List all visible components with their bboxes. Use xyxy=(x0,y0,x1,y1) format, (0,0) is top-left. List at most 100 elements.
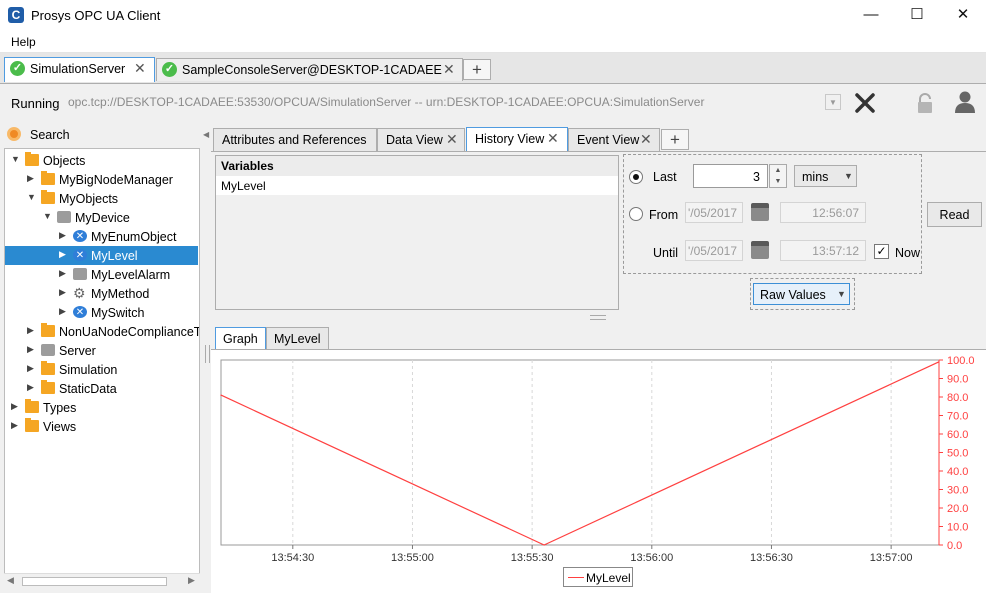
expanded-arrow-icon[interactable]: ▼ xyxy=(43,211,52,221)
tree-node[interactable]: ▶ StaticData xyxy=(5,379,199,398)
collapsed-arrow-icon[interactable]: ▶ xyxy=(11,420,18,431)
chevron-down-icon[interactable]: ▼ xyxy=(770,176,786,187)
tab-event-view[interactable]: Event View ✕ xyxy=(568,128,660,151)
tree-node[interactable]: ▼ Objects xyxy=(5,151,199,170)
read-button[interactable]: Read xyxy=(927,202,982,227)
menu-bar: Help xyxy=(0,32,986,53)
collapsed-arrow-icon[interactable]: ▶ xyxy=(11,401,18,412)
tab-simulation-server[interactable]: ✓ SimulationServer ✕ xyxy=(4,57,155,82)
until-time-field[interactable]: 13:57:12 xyxy=(780,240,866,261)
tree-node[interactable]: ▼ MyObjects xyxy=(5,189,199,208)
close-tab-icon[interactable]: ✕ xyxy=(446,131,458,148)
y-tick-label: 20.0 xyxy=(947,503,968,515)
folder-icon xyxy=(41,361,55,375)
scroll-right-icon[interactable]: ▶ xyxy=(188,575,195,586)
variables-header: Variables xyxy=(216,156,618,176)
amount-spinner[interactable]: ▲ ▼ xyxy=(769,164,787,188)
variable-row[interactable]: MyLevel xyxy=(216,176,618,195)
folder-icon xyxy=(25,418,39,432)
collapsed-arrow-icon[interactable]: ▶ xyxy=(59,287,66,298)
last-amount-input[interactable]: 3 xyxy=(693,164,768,188)
last-radio[interactable] xyxy=(629,170,643,184)
tree-node[interactable]: ▶ Server xyxy=(5,341,199,360)
tree-node-label: MyDevice xyxy=(75,211,130,225)
vertical-splitter-grip[interactable] xyxy=(205,345,210,363)
collapsed-arrow-icon[interactable]: ▶ xyxy=(59,268,66,279)
from-date-field[interactable]: '/05/2017 xyxy=(685,202,743,223)
close-tab-icon[interactable]: ✕ xyxy=(134,60,146,77)
now-label: Now xyxy=(895,246,921,260)
tab-mylevel[interactable]: MyLevel xyxy=(266,327,329,350)
tab-graph[interactable]: Graph xyxy=(215,327,266,350)
tree-node[interactable]: ▶ Views xyxy=(5,417,199,436)
chevron-up-icon[interactable]: ▲ xyxy=(770,165,786,176)
lock-icon[interactable] xyxy=(915,92,935,114)
minimize-button[interactable]: — xyxy=(848,0,894,32)
server-url-field[interactable]: opc.tcp://DESKTOP-1CADAEE:53530/OPCUA/Si… xyxy=(62,90,842,114)
add-view-tab-button[interactable]: + xyxy=(661,129,689,150)
tree-node[interactable]: ▶ Types xyxy=(5,398,199,417)
collapsed-arrow-icon[interactable]: ▶ xyxy=(27,173,34,184)
unit-select[interactable]: mins ▼ xyxy=(794,165,857,187)
tab-data-view[interactable]: Data View ✕ xyxy=(377,128,465,151)
tab-label: SimulationServer xyxy=(30,62,126,76)
calendar-icon[interactable] xyxy=(751,203,769,221)
menu-help[interactable]: Help xyxy=(11,35,36,49)
splitter-grip[interactable] xyxy=(590,315,606,320)
collapsed-arrow-icon[interactable]: ▶ xyxy=(27,344,34,355)
y-tick-label: 40.0 xyxy=(947,466,968,478)
expanded-arrow-icon[interactable]: ▼ xyxy=(27,192,36,202)
until-date-field[interactable]: '/05/2017 xyxy=(685,240,743,261)
history-graph: 13:54:30 13:55:00 13:55:30 13:56:00 13:56:30… xyxy=(211,349,986,593)
read-mode-select[interactable]: Raw Values ▼ xyxy=(753,283,850,305)
collapsed-arrow-icon[interactable]: ▶ xyxy=(59,230,66,241)
from-time-field[interactable]: 12:56:07 xyxy=(780,202,866,223)
tree-node[interactable]: ▶ Simulation xyxy=(5,360,199,379)
close-window-button[interactable]: ✕ xyxy=(940,0,986,32)
tab-attributes-references[interactable]: Attributes and References xyxy=(213,128,377,151)
chart-legend: MyLevel xyxy=(563,567,633,587)
scroll-left-icon[interactable]: ◀ xyxy=(7,575,14,586)
tab-history-view[interactable]: History View ✕ xyxy=(466,127,568,152)
scroll-thumb[interactable] xyxy=(22,577,167,586)
collapsed-arrow-icon[interactable]: ▶ xyxy=(27,325,34,336)
collapse-panel-icon[interactable]: ◀ xyxy=(203,130,209,139)
server-tab-bar: ✓ SimulationServer ✕ ✓ SampleConsoleServ… xyxy=(0,53,986,84)
tree-node[interactable]: ▼ MyDevice xyxy=(5,208,199,227)
collapsed-arrow-icon[interactable]: ▶ xyxy=(59,249,66,260)
from-radio[interactable] xyxy=(629,207,643,221)
chevron-down-icon[interactable]: ▼ xyxy=(825,94,841,110)
tab-sample-console-server[interactable]: ✓ SampleConsoleServer@DESKTOP-1CADAEE ✕ xyxy=(156,58,463,81)
y-tick-label: 0.0 xyxy=(947,540,962,552)
tab-label: Event View xyxy=(577,133,640,147)
mode-value: Raw Values xyxy=(760,288,826,302)
search-row[interactable]: Search xyxy=(4,125,200,145)
calendar-icon[interactable] xyxy=(751,241,769,259)
now-checkbox[interactable]: ✓ xyxy=(874,244,889,259)
tree-node[interactable]: ▶ ⚙ MyMethod xyxy=(5,284,199,303)
user-icon[interactable] xyxy=(954,90,976,114)
tree-node[interactable]: ▶ NonUaNodeComplianceT xyxy=(5,322,199,341)
tree-node[interactable]: ▶ MyLevelAlarm xyxy=(5,265,199,284)
collapsed-arrow-icon[interactable]: ▶ xyxy=(27,382,34,393)
folder-icon xyxy=(41,171,55,185)
close-tab-icon[interactable]: ✕ xyxy=(443,61,455,78)
collapsed-arrow-icon[interactable]: ▶ xyxy=(27,363,34,374)
tree-node[interactable]: ▶ ✕ MyEnumObject xyxy=(5,227,199,246)
tree-horizontal-scrollbar[interactable]: ◀ ▶ xyxy=(4,573,200,588)
disconnect-icon[interactable] xyxy=(854,92,876,114)
collapsed-arrow-icon[interactable]: ▶ xyxy=(59,306,66,317)
tree-node[interactable]: ▶ ✕ MyLevel xyxy=(5,246,198,265)
tree-node[interactable]: ▶ ✕ MySwitch xyxy=(5,303,199,322)
expanded-arrow-icon[interactable]: ▼ xyxy=(11,154,20,164)
app-logo-icon: C xyxy=(8,7,24,23)
add-server-tab-button[interactable]: + xyxy=(463,59,491,80)
close-tab-icon[interactable]: ✕ xyxy=(640,131,652,148)
y-tick-label: 30.0 xyxy=(947,485,968,497)
tree-node[interactable]: ▶ MyBigNodeManager xyxy=(5,170,199,189)
folder-icon xyxy=(41,380,55,394)
close-tab-icon[interactable]: ✕ xyxy=(547,130,559,147)
maximize-button[interactable]: ☐ xyxy=(894,0,940,32)
variable-icon: ✕ xyxy=(73,230,87,242)
connection-status: Running xyxy=(11,96,60,111)
